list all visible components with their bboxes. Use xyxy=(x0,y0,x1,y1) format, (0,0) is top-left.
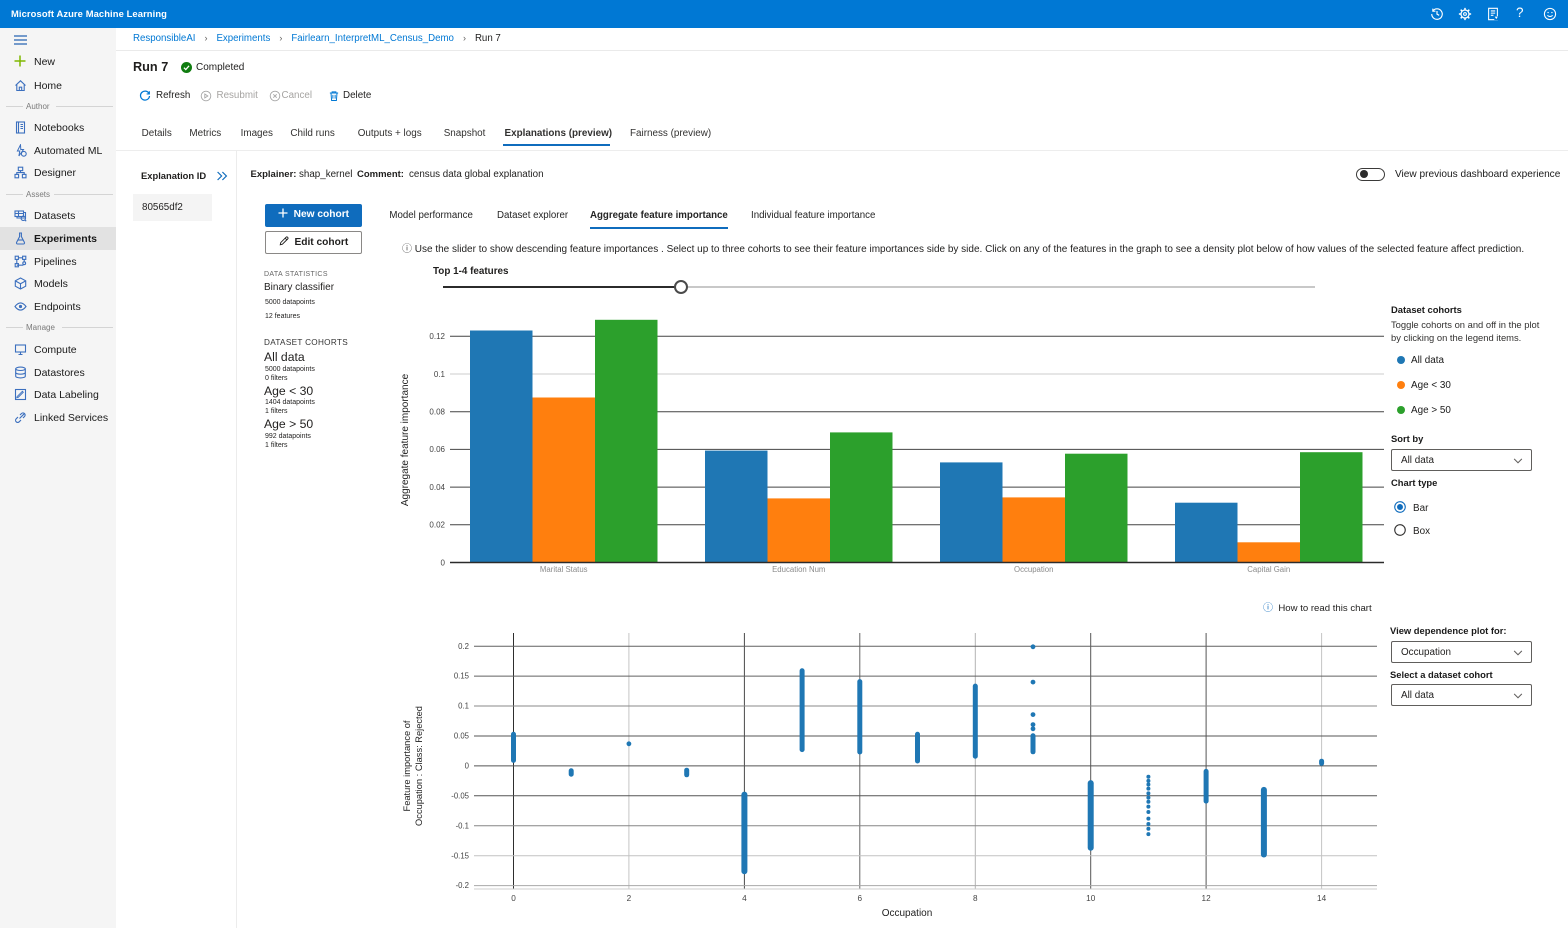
svg-text:Education Num: Education Num xyxy=(772,565,825,574)
svg-text:8: 8 xyxy=(973,894,978,903)
svg-text:0.05: 0.05 xyxy=(454,732,470,741)
svg-text:6: 6 xyxy=(858,894,863,903)
svg-text:10: 10 xyxy=(1086,894,1096,903)
svg-text:4: 4 xyxy=(742,894,747,903)
svg-text:-0.05: -0.05 xyxy=(451,791,469,800)
svg-text:0.15: 0.15 xyxy=(454,672,470,681)
svg-text:Capital Gain: Capital Gain xyxy=(1247,565,1290,574)
svg-text:Marital Status: Marital Status xyxy=(540,565,588,574)
svg-text:0: 0 xyxy=(441,558,446,567)
svg-text:12: 12 xyxy=(1202,894,1212,903)
svg-text:14: 14 xyxy=(1317,894,1327,903)
svg-text:0.06: 0.06 xyxy=(429,445,445,454)
svg-text:-0.1: -0.1 xyxy=(456,821,469,830)
svg-text:0.04: 0.04 xyxy=(429,483,445,492)
svg-text:-0.15: -0.15 xyxy=(451,851,469,860)
svg-text:Feature importance of: Feature importance of xyxy=(402,720,412,811)
svg-text:0.2: 0.2 xyxy=(458,642,469,651)
svg-text:Occupation : Class: Rejected: Occupation : Class: Rejected xyxy=(414,706,424,826)
svg-text:0: 0 xyxy=(511,894,516,903)
svg-text:0.12: 0.12 xyxy=(429,332,445,341)
svg-text:-0.2: -0.2 xyxy=(456,881,469,890)
svg-text:0.1: 0.1 xyxy=(434,370,446,379)
svg-text:0.1: 0.1 xyxy=(458,702,469,711)
svg-text:Occupation: Occupation xyxy=(882,908,933,919)
svg-text:Occupation: Occupation xyxy=(1014,565,1053,574)
svg-text:0.02: 0.02 xyxy=(429,521,445,530)
svg-text:2: 2 xyxy=(627,894,632,903)
svg-text:0.08: 0.08 xyxy=(429,408,445,417)
svg-text:0: 0 xyxy=(465,762,470,771)
svg-text:Aggregate feature importance: Aggregate feature importance xyxy=(400,373,411,506)
